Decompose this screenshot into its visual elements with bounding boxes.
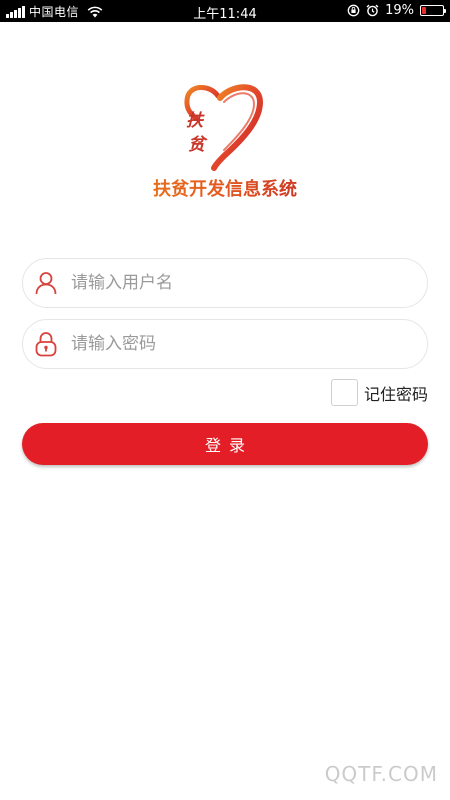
password-field[interactable] [22,319,428,369]
app-title: 扶贫开发信息系统 [140,175,310,201]
lock-icon [23,331,69,357]
user-icon [23,271,69,295]
watermark: QQTF.COM [324,756,438,786]
app-logo: 扶 贫 扶贫开发信息系统 [140,82,310,202]
status-bar: 中国电信 上午11:44 19% [0,0,450,22]
username-field[interactable] [22,258,428,308]
remember-checkbox[interactable] [330,379,358,406]
username-input[interactable] [69,259,427,307]
remember-password[interactable]: 记住密码 [330,379,428,406]
password-input[interactable] [69,320,427,368]
battery-icon [420,5,446,16]
alarm-icon [366,4,379,17]
remember-label[interactable]: 记住密码 [364,381,428,405]
logo-char-bottom: 贫 [188,135,205,155]
orientation-lock-icon [347,4,360,17]
status-right: 19% [347,3,446,18]
logo-char-top: 扶 [186,111,203,131]
watermark-text: QQTF.COM [324,762,438,786]
login-button[interactable]: 登录 [22,423,428,465]
battery-fill [422,7,426,14]
battery-percent: 19% [385,3,414,18]
